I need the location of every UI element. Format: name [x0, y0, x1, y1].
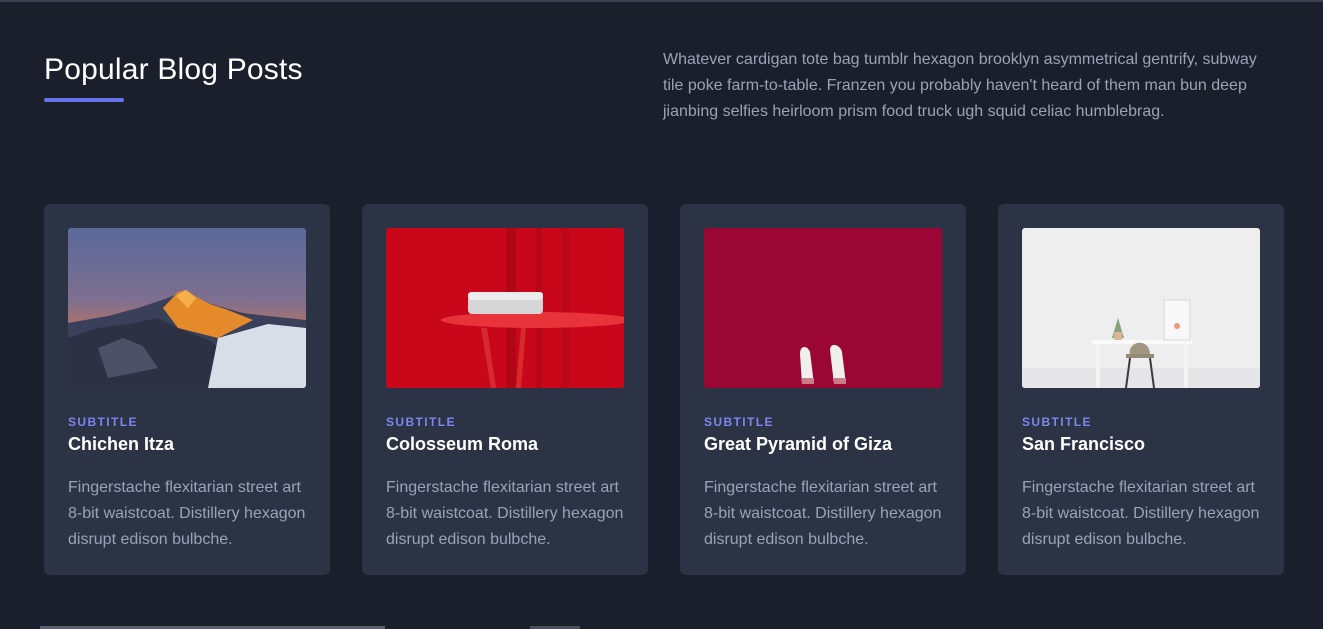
blog-card[interactable]: SUBTITLE Colosseum Roma Fingerstache fle…: [362, 204, 648, 575]
card-title[interactable]: San Francisco: [1022, 432, 1260, 456]
card-text: Fingerstache flexitarian street art 8-bi…: [1022, 479, 1260, 548]
card-text: Fingerstache flexitarian street art 8-bi…: [704, 479, 942, 548]
blog-card[interactable]: SUBTITLE Great Pyramid of Giza Fingersta…: [680, 204, 966, 575]
card-title[interactable]: Great Pyramid of Giza: [704, 432, 942, 456]
card-subtitle: SUBTITLE: [704, 415, 774, 429]
card-list: SUBTITLE Chichen Itza Fingerstache flexi…: [44, 204, 1284, 575]
blog-card[interactable]: SUBTITLE San Francisco Fingerstache flex…: [998, 204, 1284, 575]
card-title[interactable]: Chichen Itza: [68, 432, 306, 456]
mountain-sunset-image[interactable]: [68, 228, 306, 388]
card-title[interactable]: Colosseum Roma: [386, 432, 624, 456]
white-desk-image[interactable]: [1022, 228, 1260, 388]
top-divider: [0, 0, 1323, 2]
red-table-image[interactable]: [386, 228, 624, 388]
card-subtitle: SUBTITLE: [68, 415, 138, 429]
shoes-on-red-image[interactable]: [704, 228, 942, 388]
card-subtitle: SUBTITLE: [386, 415, 456, 429]
section-header: Popular Blog Posts: [44, 50, 303, 102]
card-subtitle: SUBTITLE: [1022, 415, 1092, 429]
title-underline: [44, 98, 124, 102]
page-title: Popular Blog Posts: [44, 53, 303, 86]
card-text: Fingerstache flexitarian street art 8-bi…: [386, 479, 624, 548]
blog-card[interactable]: SUBTITLE Chichen Itza Fingerstache flexi…: [44, 204, 330, 575]
card-text: Fingerstache flexitarian street art 8-bi…: [68, 479, 306, 548]
intro-text: Whatever cardigan tote bag tumblr hexago…: [663, 51, 1257, 120]
blog-section: Popular Blog Posts Whatever cardigan tot…: [0, 0, 1323, 629]
